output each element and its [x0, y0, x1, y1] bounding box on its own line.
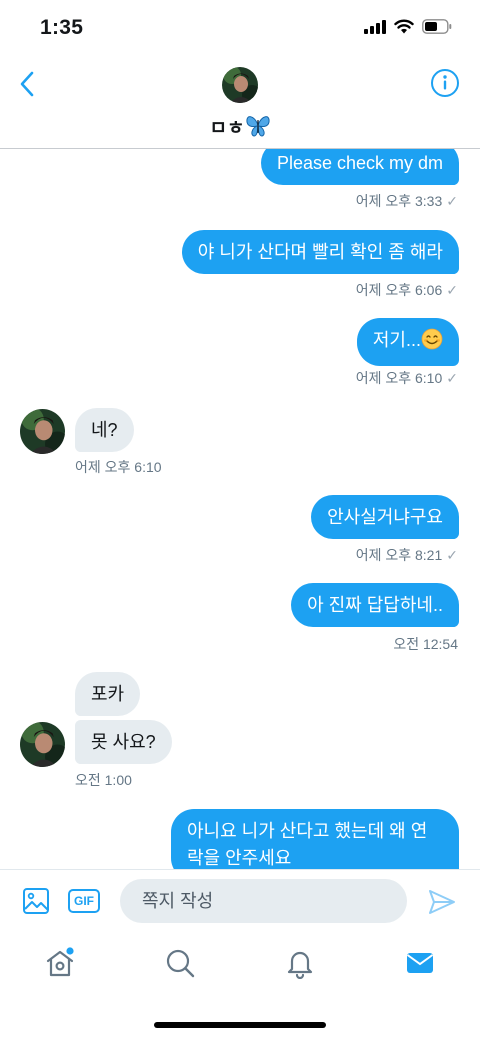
message-text: 네?	[91, 420, 118, 440]
message-bubble-outgoing[interactable]: 야 니가 산다며 빨리 확인 좀 해라	[181, 230, 459, 274]
message-bubble-incoming[interactable]: 못 사요?	[75, 720, 172, 764]
header-avatar[interactable]	[222, 67, 258, 103]
message-bubble-outgoing[interactable]: 안사실거냐구요	[311, 495, 459, 539]
message-bubble-outgoing[interactable]: Please check my dm	[260, 149, 459, 185]
battery-icon	[422, 19, 452, 34]
status-icons	[364, 19, 452, 34]
message-text: 아 진짜 답답하네..	[307, 595, 443, 615]
message-timestamp: 어제 오후 6:10 ✓	[355, 370, 458, 386]
message-text: 야 니가 산다며 빨리 확인 좀 해라	[197, 242, 443, 262]
signal-icon	[364, 19, 386, 34]
conversation-name-text: ㅁㅎ	[209, 118, 245, 139]
message-timestamp: 오전 1:00	[75, 772, 132, 788]
notification-dot	[66, 947, 74, 955]
message-text: 저기...	[372, 330, 421, 350]
tab-bar	[0, 933, 480, 997]
message-timestamp: 어제 오후 8:21 ✓	[355, 547, 458, 563]
bell-icon	[287, 951, 313, 980]
smiling-face-icon	[421, 328, 443, 357]
message-bubble-incoming[interactable]: 포카	[75, 672, 141, 716]
status-time: 1:35	[40, 16, 84, 39]
message-bubble-outgoing[interactable]: 아 진짜 답답하네..	[291, 583, 459, 627]
message-text: 안사실거냐구요	[327, 507, 443, 527]
send-button[interactable]	[428, 889, 456, 915]
message-text: Please check my dm	[276, 153, 443, 173]
butterfly-icon	[246, 115, 270, 143]
message-composer: GIF	[0, 869, 480, 933]
message-text: 포카	[91, 684, 125, 704]
tab-home[interactable]	[44, 947, 76, 979]
wifi-icon	[394, 19, 414, 34]
send-icon	[429, 890, 455, 914]
check-icon: ✓	[446, 547, 458, 563]
profile-avatar	[20, 722, 65, 767]
gif-button[interactable]: GIF	[68, 889, 100, 913]
info-button[interactable]	[430, 68, 460, 98]
profile-avatar	[222, 67, 258, 103]
message-bubble-outgoing[interactable]: 아니요 니가 산다고 했는데 왜 연락을 안주세요	[171, 809, 459, 869]
check-icon: ✓	[446, 282, 458, 298]
mail-icon	[406, 953, 434, 973]
message-text: 못 사요?	[91, 732, 156, 752]
message-bubble-outgoing[interactable]: 저기...	[356, 318, 459, 366]
message-text: 아니요 니가 산다고 했는데 왜 연락을 안주세요	[187, 821, 428, 868]
message-bubble-incoming[interactable]: 네?	[75, 408, 134, 452]
image-icon	[23, 888, 49, 914]
info-icon	[431, 69, 459, 97]
add-media-button[interactable]	[22, 887, 50, 915]
message-input[interactable]	[120, 879, 407, 923]
tab-messages[interactable]	[404, 947, 436, 979]
profile-avatar	[20, 409, 65, 454]
back-button[interactable]	[12, 68, 42, 100]
conversation-header: ㅁㅎ	[0, 56, 480, 149]
status-bar: 1:35	[0, 0, 480, 56]
home-icon	[46, 947, 74, 977]
sender-avatar[interactable]	[20, 722, 65, 767]
message-timestamp: 오전 12:54	[393, 636, 458, 652]
tab-notifications[interactable]	[284, 947, 316, 980]
message-timestamp: 어제 오후 6:10	[75, 459, 162, 475]
home-indicator[interactable]	[154, 1022, 326, 1028]
check-icon: ✓	[446, 193, 458, 209]
conversation-name[interactable]: ㅁㅎ	[0, 113, 480, 143]
check-icon: ✓	[446, 370, 458, 386]
sender-avatar[interactable]	[20, 409, 65, 454]
chevron-left-icon	[20, 71, 34, 97]
message-list[interactable]: Please check my dm 어제 오후 3:33 ✓ 야 니가 산다며 …	[0, 149, 480, 869]
tab-search[interactable]	[164, 947, 196, 979]
message-timestamp: 어제 오후 3:33 ✓	[355, 193, 458, 209]
message-timestamp: 어제 오후 6:06 ✓	[355, 282, 458, 298]
search-icon	[166, 949, 195, 978]
